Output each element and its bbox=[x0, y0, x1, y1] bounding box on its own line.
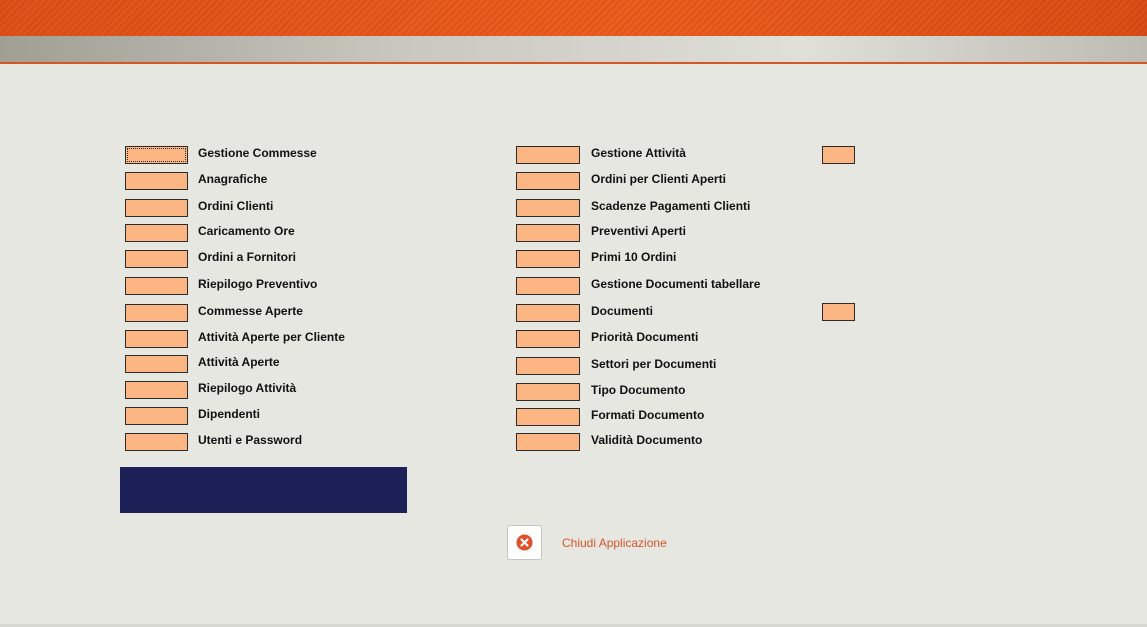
dipendenti-label: Dipendenti bbox=[198, 407, 260, 421]
ordini-fornitori-button[interactable] bbox=[125, 250, 188, 268]
ordini-clienti-label: Ordini Clienti bbox=[198, 199, 274, 213]
ordini-clienti-button[interactable] bbox=[125, 199, 188, 217]
header-bar bbox=[0, 0, 1147, 36]
tipo-documento-label: Tipo Documento bbox=[591, 383, 686, 397]
commesse-aperte-button[interactable] bbox=[125, 304, 188, 322]
dipendenti-button[interactable] bbox=[125, 407, 188, 425]
attivita-aperte-button[interactable] bbox=[125, 355, 188, 373]
caricamento-ore-label: Caricamento Ore bbox=[198, 224, 295, 238]
attivita-aperte-label: Attività Aperte bbox=[198, 355, 280, 369]
settori-documenti-button[interactable] bbox=[516, 357, 580, 375]
caricamento-ore-button[interactable] bbox=[125, 224, 188, 242]
formati-documento-label: Formati Documento bbox=[591, 408, 705, 422]
priorita-documenti-button[interactable] bbox=[516, 330, 580, 348]
riepilogo-attivita-label: Riepilogo Attività bbox=[198, 381, 297, 395]
utenti-password-button[interactable] bbox=[125, 433, 188, 451]
documenti-label: Documenti bbox=[591, 304, 654, 318]
utenti-password-label: Utenti e Password bbox=[198, 433, 303, 447]
gestione-commesse-label: Gestione Commesse bbox=[198, 146, 317, 160]
documenti-extra-button[interactable] bbox=[822, 303, 855, 321]
close-application-button[interactable] bbox=[507, 525, 542, 560]
riepilogo-preventivo-button[interactable] bbox=[125, 277, 188, 295]
attivita-aperte-cliente-label: Attività Aperte per Cliente bbox=[198, 330, 345, 344]
gestione-attivita-button[interactable] bbox=[516, 146, 580, 164]
validita-documento-label: Validità Documento bbox=[591, 433, 703, 447]
ordini-clienti-aperti-button[interactable] bbox=[516, 172, 580, 190]
scadenze-pagamenti-label: Scadenze Pagamenti Clienti bbox=[591, 199, 751, 213]
validita-documento-button[interactable] bbox=[516, 433, 580, 451]
scadenze-pagamenti-button[interactable] bbox=[516, 199, 580, 217]
gestione-attivita-label: Gestione Attività bbox=[591, 146, 686, 160]
tipo-documento-button[interactable] bbox=[516, 383, 580, 401]
app-window: Gestione Commesse Anagrafiche Ordini Cli… bbox=[0, 0, 1147, 627]
anagrafiche-button[interactable] bbox=[125, 172, 188, 190]
anagrafiche-label: Anagrafiche bbox=[198, 172, 268, 186]
gestione-attivita-extra-button[interactable] bbox=[822, 146, 855, 164]
riepilogo-attivita-button[interactable] bbox=[125, 381, 188, 399]
riepilogo-preventivo-label: Riepilogo Preventivo bbox=[198, 277, 318, 291]
primi-10-ordini-label: Primi 10 Ordini bbox=[591, 250, 677, 264]
gestione-documenti-tabellare-label: Gestione Documenti tabellare bbox=[591, 277, 761, 291]
preventivi-aperti-button[interactable] bbox=[516, 224, 580, 242]
sub-header-bar bbox=[0, 36, 1147, 64]
close-circle-icon bbox=[516, 534, 533, 551]
settori-documenti-label: Settori per Documenti bbox=[591, 357, 717, 371]
attivita-aperte-cliente-button[interactable] bbox=[125, 330, 188, 348]
priorita-documenti-label: Priorità Documenti bbox=[591, 330, 699, 344]
info-panel bbox=[120, 467, 407, 513]
close-application-link[interactable]: Chiudi Applicazione bbox=[562, 536, 667, 550]
gestione-commesse-button[interactable] bbox=[125, 146, 188, 164]
documenti-button[interactable] bbox=[516, 304, 580, 322]
commesse-aperte-label: Commesse Aperte bbox=[198, 304, 303, 318]
ordini-fornitori-label: Ordini a Fornitori bbox=[198, 250, 296, 264]
formati-documento-button[interactable] bbox=[516, 408, 580, 426]
primi-10-ordini-button[interactable] bbox=[516, 250, 580, 268]
ordini-clienti-aperti-label: Ordini per Clienti Aperti bbox=[591, 172, 726, 186]
preventivi-aperti-label: Preventivi Aperti bbox=[591, 224, 686, 238]
gestione-documenti-tabellare-button[interactable] bbox=[516, 277, 580, 295]
